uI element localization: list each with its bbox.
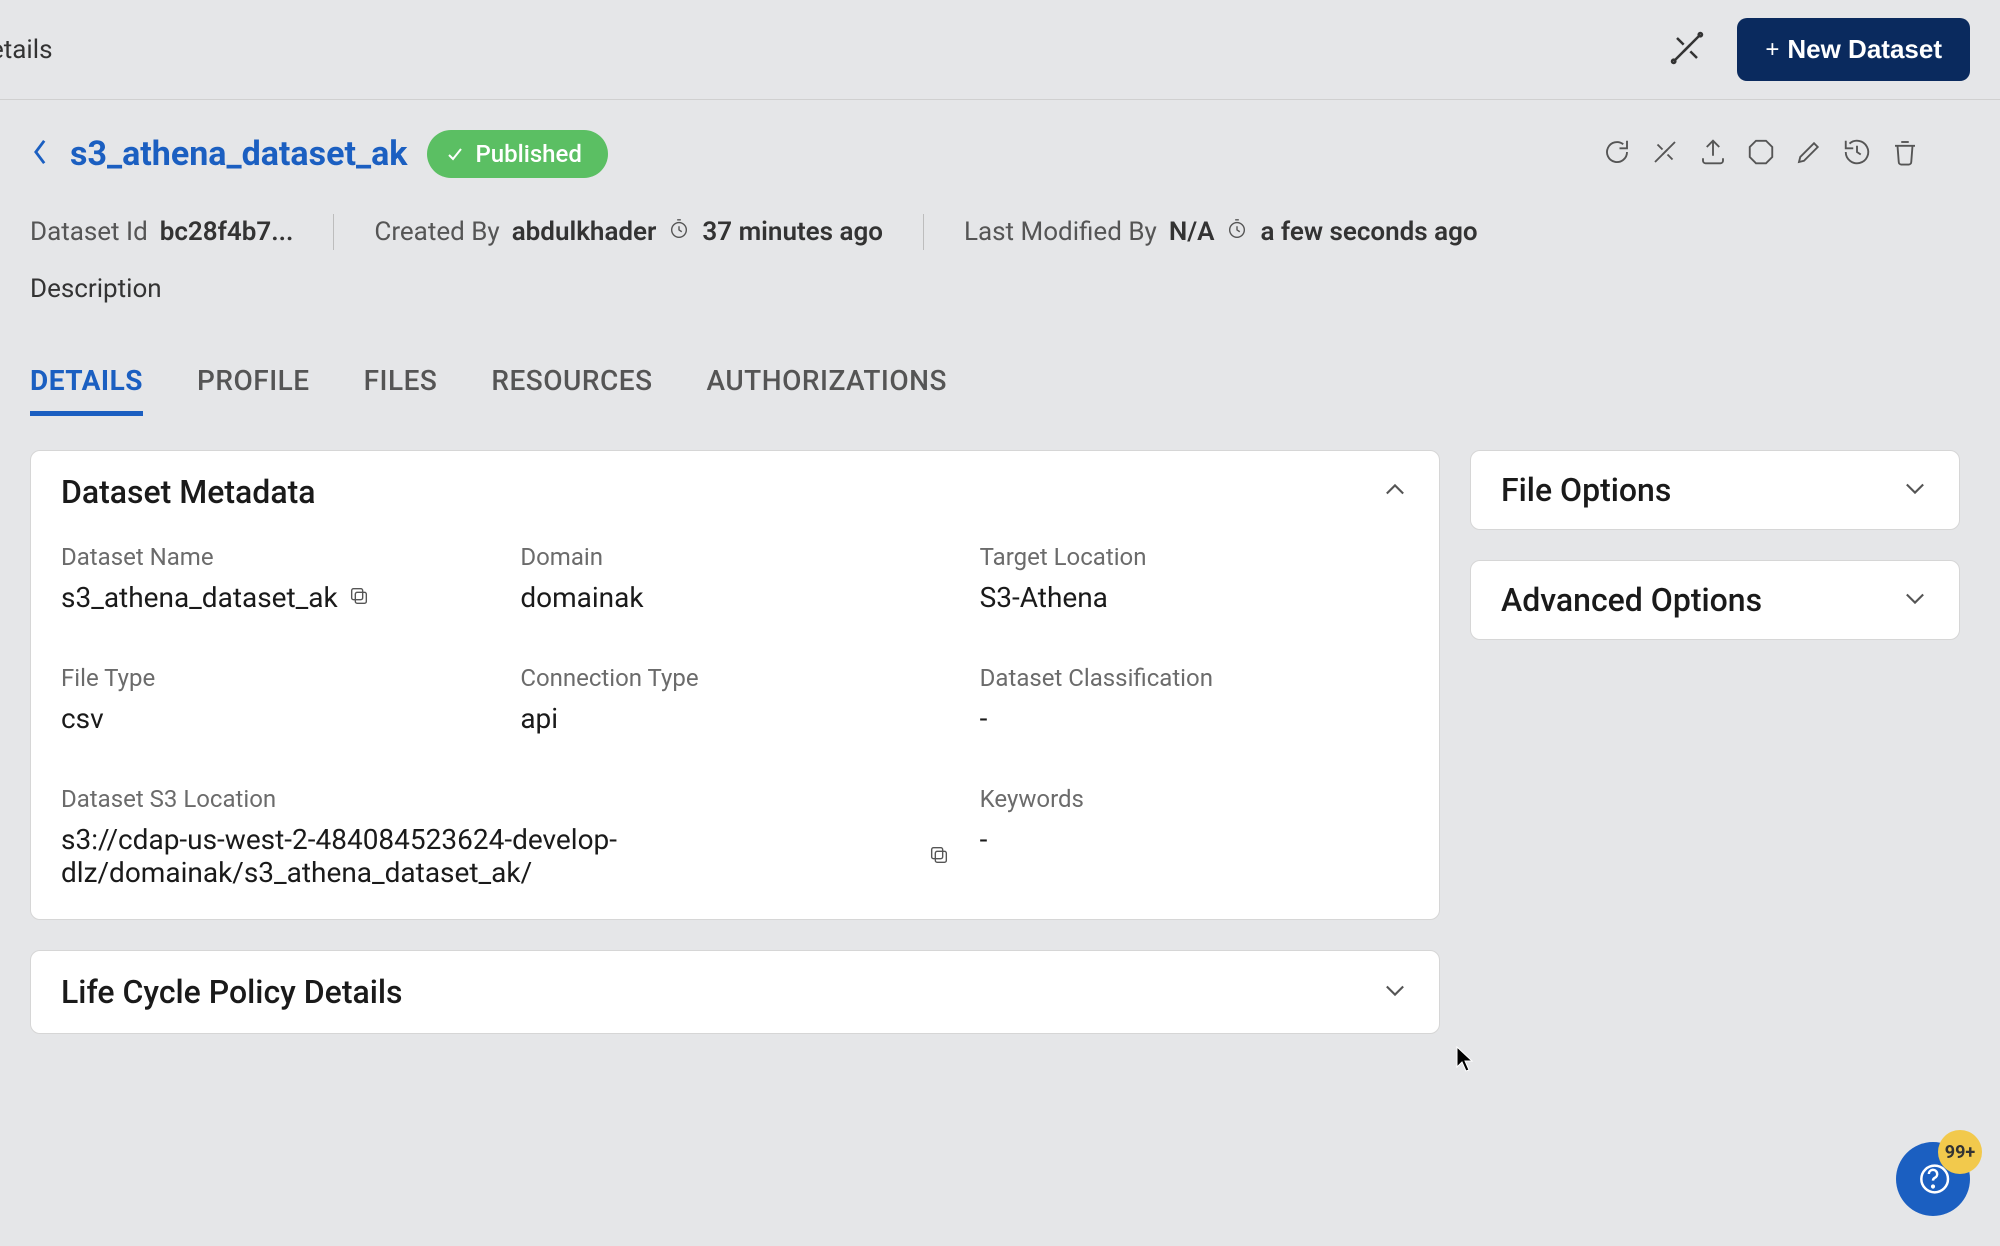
check-icon [445, 144, 465, 164]
help-badge: 99+ [1938, 1130, 1982, 1174]
copy-icon[interactable] [928, 840, 950, 873]
title-row: s3_athena_dataset_ak Published [30, 130, 1960, 178]
dataset-id-label: Dataset Id [30, 217, 148, 247]
description-label: Description [30, 274, 1960, 304]
tab-authorizations[interactable]: AUTHORIZATIONS [707, 364, 947, 416]
back-chevron-icon[interactable] [30, 138, 50, 170]
value: csv [61, 702, 104, 735]
separator [333, 214, 334, 250]
left-column: Dataset Metadata Dataset Name s3_athena_… [30, 450, 1440, 1034]
label: Dataset Classification [980, 664, 1409, 692]
stop-icon[interactable] [1746, 137, 1776, 171]
right-column: File Options Advanced Options [1470, 450, 1960, 1034]
panel-lifecycle: Life Cycle Policy Details [30, 950, 1440, 1034]
field-s3-location: Dataset S3 Location s3://cdap-us-west-2-… [61, 785, 950, 889]
value: S3-Athena [980, 581, 1108, 614]
value: - [980, 702, 988, 735]
modified-by-label: Last Modified By [964, 217, 1157, 247]
tabs: DETAILS PROFILE FILES RESOURCES AUTHORIZ… [30, 364, 1960, 416]
tab-profile[interactable]: PROFILE [197, 364, 310, 416]
value: s3_athena_dataset_ak [61, 581, 338, 614]
field-connection-type: Connection Type api [520, 664, 949, 735]
panel-title-file-options: File Options [1501, 471, 1671, 509]
tools-icon[interactable] [1667, 28, 1707, 72]
modified-by: Last Modified By N/A a few seconds ago [964, 217, 1478, 247]
label: Connection Type [520, 664, 949, 692]
panel-header-metadata[interactable]: Dataset Metadata [31, 451, 1439, 533]
created-by: Created By abdulkhader 37 minutes ago [374, 217, 883, 247]
panel-title-metadata: Dataset Metadata [61, 473, 315, 511]
chevron-down-icon [1381, 976, 1409, 1008]
action-icons [1602, 137, 1960, 171]
panel-body-metadata: Dataset Name s3_athena_dataset_ak Domain… [31, 533, 1439, 919]
value: - [980, 823, 988, 856]
value: domainak [520, 581, 643, 614]
top-bar: etails + New Dataset [0, 0, 2000, 100]
tab-details[interactable]: DETAILS [30, 364, 143, 416]
help-chat-button[interactable]: 99+ [1896, 1142, 1970, 1216]
meta-line: Dataset Id bc28f4b7... Created By abdulk… [30, 214, 1960, 250]
status-badge: Published [427, 130, 607, 178]
field-classification: Dataset Classification - [980, 664, 1409, 735]
edit-icon[interactable] [1794, 137, 1824, 171]
plus-icon: + [1765, 36, 1779, 64]
chevron-up-icon [1381, 476, 1409, 508]
panel-title-lifecycle: Life Cycle Policy Details [61, 973, 403, 1011]
field-domain: Domain domainak [520, 543, 949, 614]
created-by-label: Created By [374, 217, 499, 247]
label: File Type [61, 664, 490, 692]
top-bar-right: + New Dataset [1667, 18, 1970, 81]
columns: Dataset Metadata Dataset Name s3_athena_… [30, 450, 1960, 1034]
label: Dataset Name [61, 543, 490, 571]
refresh-icon[interactable] [1602, 137, 1632, 171]
value: s3://cdap-us-west-2-484084523624-develop… [61, 823, 918, 889]
panel-title-advanced-options: Advanced Options [1501, 581, 1762, 619]
new-dataset-button[interactable]: + New Dataset [1737, 18, 1970, 81]
panel-dataset-metadata: Dataset Metadata Dataset Name s3_athena_… [30, 450, 1440, 920]
tab-resources[interactable]: RESOURCES [491, 364, 652, 416]
metadata-grid: Dataset Name s3_athena_dataset_ak Domain… [61, 543, 1409, 889]
tab-files[interactable]: FILES [364, 364, 438, 416]
value: api [520, 702, 558, 735]
panel-header-advanced-options[interactable]: Advanced Options [1471, 561, 1959, 639]
copy-icon[interactable] [348, 581, 370, 614]
field-dataset-name: Dataset Name s3_athena_dataset_ak [61, 543, 490, 614]
field-file-type: File Type csv [61, 664, 490, 735]
new-dataset-label: New Dataset [1787, 34, 1942, 65]
field-target-location: Target Location S3-Athena [980, 543, 1409, 614]
dataset-id-value: bc28f4b7... [160, 217, 294, 247]
chevron-down-icon [1901, 584, 1929, 616]
history-icon[interactable] [1842, 137, 1872, 171]
clock-icon [668, 217, 690, 247]
label: Domain [520, 543, 949, 571]
separator [923, 214, 924, 250]
modified-by-value: N/A [1169, 217, 1215, 247]
tools-action-icon[interactable] [1650, 137, 1680, 171]
created-time: 37 minutes ago [702, 217, 883, 247]
panel-file-options: File Options [1470, 450, 1960, 530]
status-label: Published [475, 140, 581, 168]
breadcrumb: etails [0, 35, 53, 65]
chevron-down-icon [1901, 474, 1929, 506]
clock-icon [1226, 217, 1248, 247]
panel-advanced-options: Advanced Options [1470, 560, 1960, 640]
delete-icon[interactable] [1890, 137, 1920, 171]
panel-header-file-options[interactable]: File Options [1471, 451, 1959, 529]
label: Keywords [980, 785, 1409, 813]
field-keywords: Keywords - [980, 785, 1409, 889]
dataset-title[interactable]: s3_athena_dataset_ak [70, 134, 407, 174]
content: s3_athena_dataset_ak Published [0, 100, 2000, 1034]
dataset-id: Dataset Id bc28f4b7... [30, 217, 293, 247]
upload-icon[interactable] [1698, 137, 1728, 171]
label: Target Location [980, 543, 1409, 571]
modified-time: a few seconds ago [1260, 217, 1477, 247]
panel-header-lifecycle[interactable]: Life Cycle Policy Details [31, 951, 1439, 1033]
created-by-value: abdulkhader [512, 217, 657, 247]
label: Dataset S3 Location [61, 785, 950, 813]
cursor-icon [1455, 1045, 1475, 1073]
